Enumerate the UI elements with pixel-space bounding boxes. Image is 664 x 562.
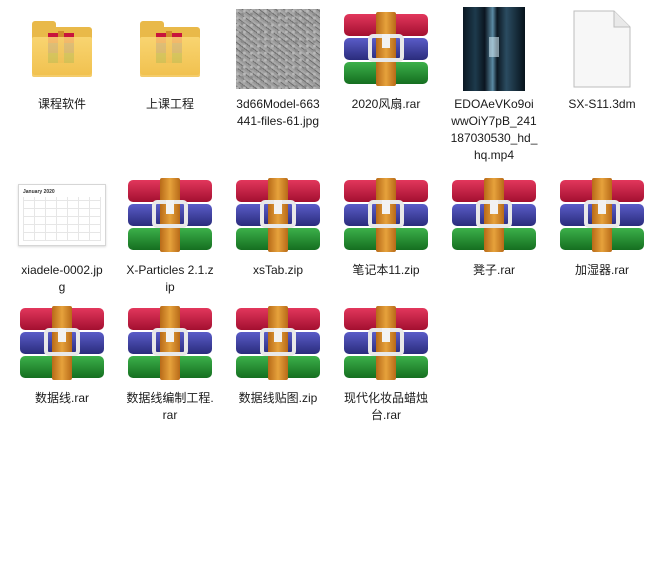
file-item-rar[interactable]: 现代化妆品蜡烛台.rar: [338, 300, 434, 424]
winrar-archive-icon: [230, 300, 326, 386]
file-item-rar[interactable]: 2020风扇.rar: [338, 6, 434, 113]
file-name: EDOAeVKo9oiwwOiY7pB_241187030530_hd_hq.m…: [450, 97, 538, 162]
winrar-archive-icon: [122, 172, 218, 258]
winrar-archive-icon: [338, 172, 434, 258]
winrar-archive-icon: [554, 172, 650, 258]
file-name: 数据线贴图.zip: [238, 391, 318, 405]
file-item-rar[interactable]: 加湿器.rar: [554, 172, 650, 279]
file-item-rar[interactable]: 数据线.rar: [14, 300, 110, 407]
file-item-zip[interactable]: xsTab.zip: [230, 172, 326, 279]
file-item-3dm[interactable]: SX-S11.3dm: [554, 6, 650, 113]
file-item-mp4[interactable]: EDOAeVKo9oiwwOiY7pB_241187030530_hd_hq.m…: [446, 6, 542, 164]
file-item-rar[interactable]: 数据线编制工程.rar: [122, 300, 218, 424]
file-name: SX-S11.3dm: [568, 97, 636, 111]
video-thumbnail: [446, 6, 542, 92]
file-item-jpg[interactable]: January 2020 xiadele-0002.jpg: [14, 172, 110, 296]
file-item-zip[interactable]: 数据线贴图.zip: [230, 300, 326, 407]
file-name: xsTab.zip: [252, 263, 304, 277]
file-item-folder[interactable]: 上课工程: [122, 6, 218, 113]
file-name: 上课工程: [145, 97, 194, 111]
texture-thumbnail: [230, 6, 326, 92]
file-name: 笔记本11.zip: [352, 263, 420, 277]
file-name: 数据线编制工程.rar: [126, 391, 214, 422]
file-item-zip[interactable]: X-Particles 2.1.zip: [122, 172, 218, 296]
winrar-archive-icon: [338, 300, 434, 386]
file-name: 3d66Model-663441-files-61.jpg: [236, 97, 320, 128]
file-name: 凳子.rar: [472, 263, 515, 277]
calendar-thumbnail: January 2020: [14, 172, 110, 258]
blank-document-icon: [554, 6, 650, 92]
file-name: 数据线.rar: [34, 391, 89, 405]
winrar-archive-icon: [230, 172, 326, 258]
file-item-folder[interactable]: 课程软件: [14, 6, 110, 113]
file-name: X-Particles 2.1.zip: [126, 263, 214, 294]
file-name: 2020风扇.rar: [351, 97, 421, 111]
winrar-archive-icon: [338, 6, 434, 92]
file-item-rar[interactable]: 凳子.rar: [446, 172, 542, 279]
file-name: 课程软件: [37, 97, 86, 111]
calendar-title: January 2020: [23, 189, 55, 195]
winrar-archive-icon: [446, 172, 542, 258]
file-name: 加湿器.rar: [574, 263, 629, 277]
folder-icon: [122, 6, 218, 92]
file-name: xiadele-0002.jpg: [21, 263, 103, 294]
file-name: 现代化妆品蜡烛台.rar: [343, 391, 428, 422]
file-item-zip[interactable]: 笔记本11.zip: [338, 172, 434, 279]
winrar-archive-icon: [122, 300, 218, 386]
folder-icon: [14, 6, 110, 92]
winrar-archive-icon: [14, 300, 110, 386]
file-grid: 课程软件 上课工程 3d66Model-663441-files-61.jpg …: [0, 0, 664, 562]
file-item-jpg[interactable]: 3d66Model-663441-files-61.jpg: [230, 6, 326, 130]
